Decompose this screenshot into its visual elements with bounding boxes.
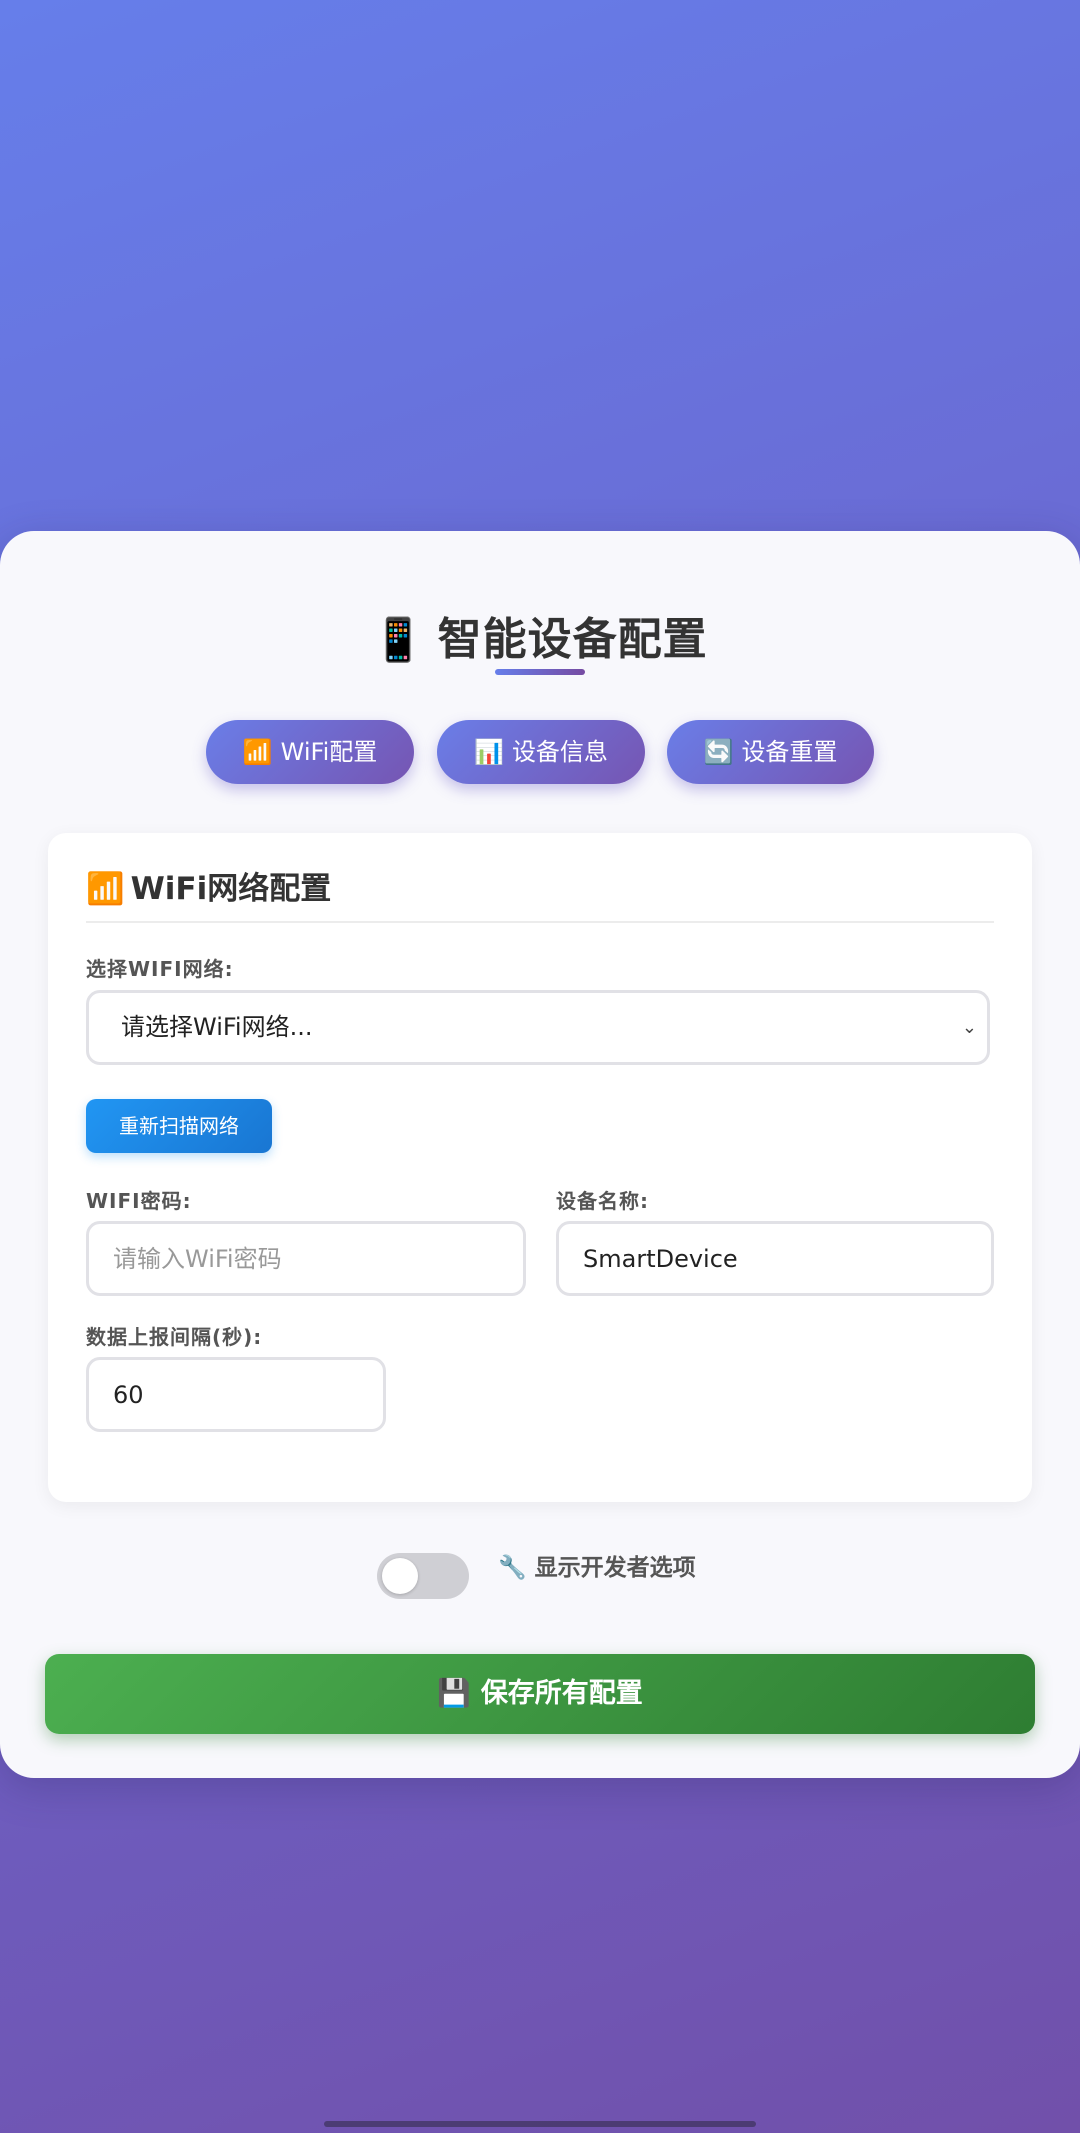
device-name-label: 设备名称: — [556, 1189, 649, 1213]
wifi-password-input[interactable] — [86, 1221, 526, 1296]
mobile-phone-icon: 📱 — [372, 615, 426, 664]
wrench-icon: 🔧 — [498, 1555, 527, 1581]
tab-device-reset[interactable]: 🔄 设备重置 — [667, 720, 874, 784]
tab-label: 设备重置 — [741, 738, 838, 766]
bar-chart-icon: 📊 — [474, 738, 504, 766]
page-title: 📱 智能设备配置 — [0, 603, 1080, 667]
save-button-label: 保存所有配置 — [480, 1678, 643, 1709]
wifi-network-select[interactable]: 请选择WiFi网络... ⌄ — [86, 990, 990, 1065]
developer-options-row: 🔧 显示开发者选项 — [0, 1543, 1080, 1599]
wifi-config-section: 📶 WiFi网络配置 选择WIFI网络: 请选择WiFi网络... ⌄ 重新扫描网… — [48, 833, 1032, 1502]
chevron-down-icon: ⌄ — [961, 1017, 977, 1038]
page-title-text: 智能设备配置 — [437, 614, 708, 665]
home-indicator[interactable] — [324, 2121, 756, 2127]
section-title-text: WiFi网络配置 — [130, 871, 332, 907]
title-underline — [495, 669, 585, 675]
rescan-networks-button[interactable]: 重新扫描网络 — [86, 1099, 272, 1153]
signal-bars-icon: 📶 — [242, 738, 273, 766]
tab-label: WiFi配置 — [280, 738, 378, 766]
developer-options-label: 🔧 显示开发者选项 — [498, 1543, 696, 1593]
tab-device-info[interactable]: 📊 设备信息 — [437, 720, 645, 784]
interval-label: 数据上报间隔(秒): — [86, 1325, 263, 1349]
network-select-label: 选择WIFI网络: — [86, 957, 234, 981]
signal-bars-icon: 📶 — [86, 871, 125, 907]
section-divider — [86, 921, 994, 923]
toggle-knob — [382, 1558, 418, 1594]
selected-network-value: 请选择WiFi网络... — [121, 1013, 313, 1041]
tab-label: 设备信息 — [511, 738, 608, 766]
save-all-button[interactable]: 💾 保存所有配置 — [45, 1654, 1035, 1734]
report-interval-input[interactable] — [86, 1357, 386, 1432]
config-card: 📱 智能设备配置 📶 WiFi配置 📊 设备信息 🔄 设备重置 📶 WiFi网络配置 选择… — [0, 531, 1080, 1778]
section-title: 📶 WiFi网络配置 — [86, 863, 331, 908]
tab-wifi-config[interactable]: 📶 WiFi配置 — [206, 720, 414, 784]
floppy-disk-icon: 💾 — [437, 1678, 471, 1709]
developer-options-text: 显示开发者选项 — [534, 1555, 696, 1581]
password-label: WIFI密码: — [86, 1189, 192, 1213]
tab-bar: 📶 WiFi配置 📊 设备信息 🔄 设备重置 — [0, 720, 1080, 784]
device-name-input[interactable] — [556, 1221, 994, 1296]
refresh-icon: 🔄 — [703, 738, 734, 766]
developer-options-toggle[interactable] — [377, 1553, 469, 1599]
